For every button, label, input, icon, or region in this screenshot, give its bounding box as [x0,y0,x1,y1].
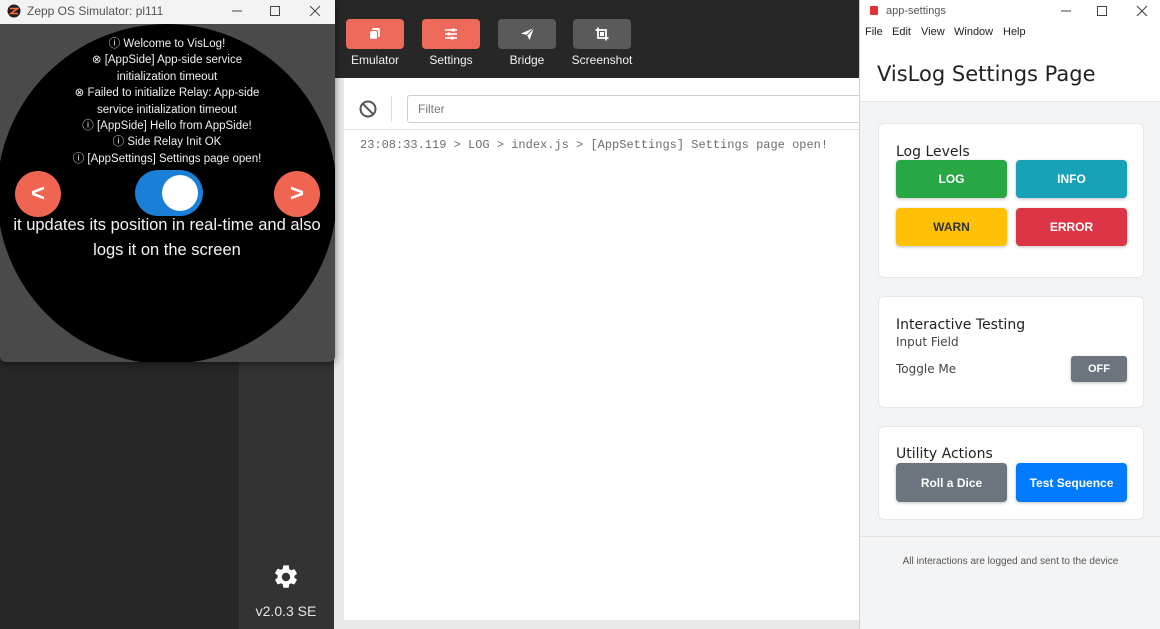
warn-button[interactable]: WARN [896,208,1007,246]
card-title: Interactive Testing [896,317,1026,333]
minimize-icon[interactable] [1058,3,1074,19]
simulator-titlebar[interactable]: Zepp OS Simulator: pl111 [0,0,335,24]
watch-toggle-switch[interactable] [135,170,203,216]
menu-view[interactable]: View [921,26,945,38]
card-title: Log Levels [896,144,970,160]
close-icon[interactable] [307,3,323,19]
menu-help[interactable]: Help [1003,26,1026,38]
log-toolbar [344,78,867,130]
close-icon[interactable] [1134,3,1150,19]
maximize-icon[interactable] [267,3,283,19]
log-entry: 23:08:33.119 > LOG > index.js > [AppSett… [360,138,829,152]
input-field-label[interactable]: Input Field [896,335,959,349]
log-container: 23:08:33.119 > LOG > index.js > [AppSett… [344,78,867,620]
window-title: app-settings [886,5,946,17]
settings-label: Settings [429,53,473,67]
footer-note: All interactions are logged and sent to … [902,556,1119,567]
card-title: Utility Actions [896,446,993,462]
info-button[interactable]: INFO [1016,160,1127,198]
emulator-icon [368,28,380,41]
roll-dice-button[interactable]: Roll a Dice [896,463,1007,502]
window-title: Zepp OS Simulator: pl111 [27,4,164,18]
watch-log-line: service initialization timeout [97,103,237,116]
maximize-icon[interactable] [1094,3,1110,19]
menu-edit[interactable]: Edit [892,26,911,38]
watch-caption: it updates its position in real-time and… [13,216,321,259]
log-levels-card: Log Levels LOG INFO WARN ERROR [878,123,1144,278]
zepp-app-icon [7,4,21,18]
emulator-button[interactable]: Emulator [335,19,415,67]
toggle-knob [162,175,198,211]
watch-log-line: ⓘ Welcome to VisLog! [108,38,226,50]
minimize-icon[interactable] [229,3,245,19]
page-title: VisLog Settings Page [877,62,1096,86]
simulator-window: Zepp OS Simulator: pl111 ⓘ Welcome to Vi… [0,0,335,362]
menu-window[interactable]: Window [954,26,993,38]
prev-button[interactable]: < [15,171,61,217]
emulator-label: Emulator [350,53,400,67]
filter-input[interactable] [407,95,867,123]
settings-titlebar[interactable]: app-settings [860,0,1160,22]
screenshot-label: Screenshot [571,53,633,67]
page-header: VisLog Settings Page [860,42,1160,102]
watch-log-list: ⓘ Welcome to VisLog! ⊗ [AppSide] App-sid… [0,36,335,167]
menu-file[interactable]: File [865,26,883,38]
interactive-testing-card: Interactive Testing Input Field Toggle M… [878,296,1144,408]
watch-log-line: ⊗ Failed to initialize Relay: App-side [74,87,260,100]
watch-log-line: ⓘ [AppSide] Hello from AppSide! [82,120,252,133]
watch-log-line: ⓘ [AppSettings] Settings page open! [72,152,262,165]
menu-bar: File Edit View Window Help [860,22,1160,42]
watch-log-line: ⓘ Side Relay Init OK [112,136,222,149]
error-button[interactable]: ERROR [1016,208,1127,246]
watch-log-line: ⊗ [AppSide] App-side service [91,54,243,67]
version-label: v2.0.3 SE [255,603,317,619]
watch-screen[interactable]: ⓘ Welcome to VisLog! ⊗ [AppSide] App-sid… [0,24,335,362]
clear-log-icon[interactable] [358,99,378,119]
settings-button[interactable]: Settings [411,19,491,67]
bridge-button[interactable]: Bridge [487,19,567,67]
app-settings-icon [870,6,878,15]
toggle-label: Toggle Me [896,362,957,376]
bridge-label: Bridge [509,53,545,67]
next-button[interactable]: > [274,171,320,217]
toggle-me-button[interactable]: OFF [1071,356,1127,382]
sliders-icon [445,28,457,40]
gear-icon[interactable] [272,563,300,591]
divider [860,536,1160,537]
log-button[interactable]: LOG [896,160,1007,198]
test-sequence-button[interactable]: Test Sequence [1016,463,1127,502]
divider [391,96,392,122]
send-icon [520,27,534,40]
log-panel: 23:08:33.119 > LOG > index.js > [AppSett… [334,78,867,629]
utility-actions-card: Utility Actions Roll a Dice Test Sequenc… [878,426,1144,520]
screenshot-button[interactable]: Screenshot [562,19,642,67]
crop-icon [595,27,609,41]
watch-log-line: initialization timeout [116,70,218,83]
settings-window: app-settings File Edit View Window Help … [859,0,1160,629]
